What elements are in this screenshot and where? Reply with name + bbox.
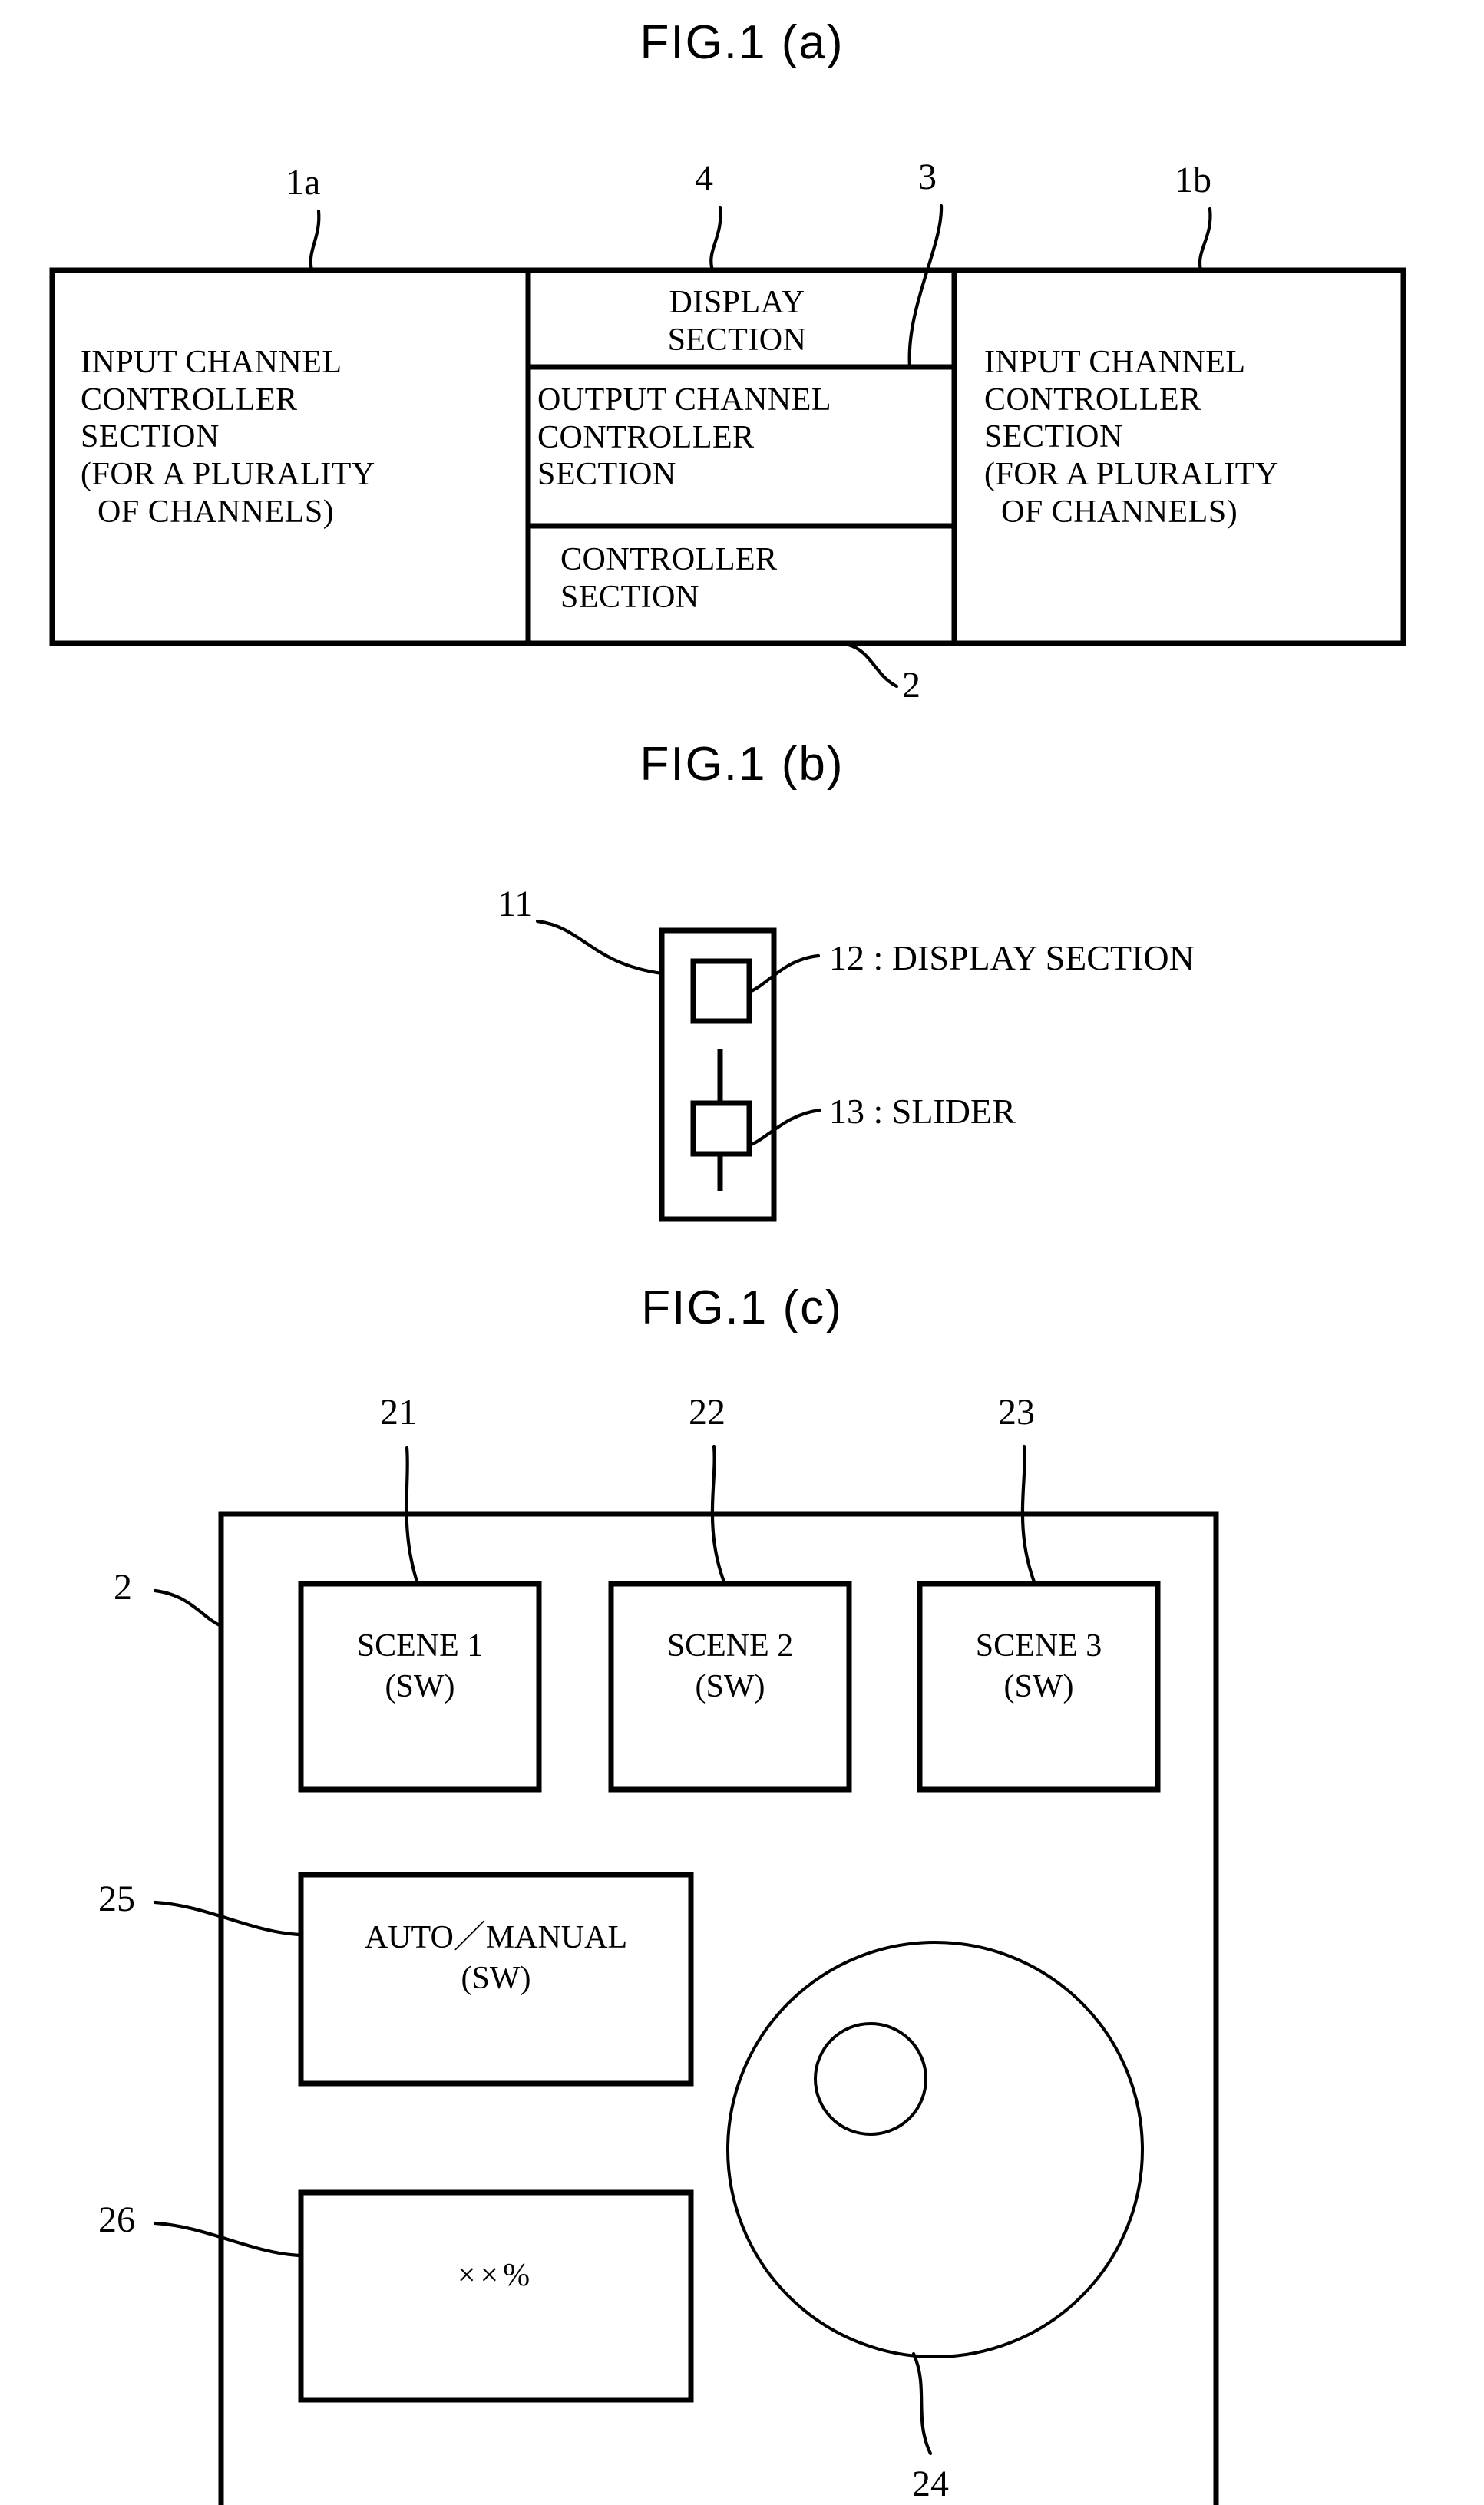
figure-c-linework xyxy=(153,1444,1219,2505)
label-24: 24 xyxy=(912,2464,949,2504)
label-23: 23 xyxy=(998,1392,1035,1433)
auto-manual-switch-label[interactable]: AUTO／MANUAL (SW) xyxy=(301,1918,691,1998)
scene-1-switch-label[interactable]: SCENE 1 (SW) xyxy=(301,1626,539,1707)
label-26: 26 xyxy=(98,2199,135,2240)
label-2-fig-c: 2 xyxy=(114,1567,132,1608)
percent-display-label: ××% xyxy=(457,2258,535,2293)
scene-2-switch-label[interactable]: SCENE 2 (SW) xyxy=(611,1626,849,1707)
label-25: 25 xyxy=(98,1879,135,1919)
label-22: 22 xyxy=(689,1392,725,1433)
scene-3-switch-label[interactable]: SCENE 3 (SW) xyxy=(920,1626,1158,1707)
patent-figure-sheet: FIG.1 (a) 1a 4 3 1b 2 INPUT CHANNEL CONT… xyxy=(0,0,1484,2505)
label-21: 21 xyxy=(380,1392,417,1433)
